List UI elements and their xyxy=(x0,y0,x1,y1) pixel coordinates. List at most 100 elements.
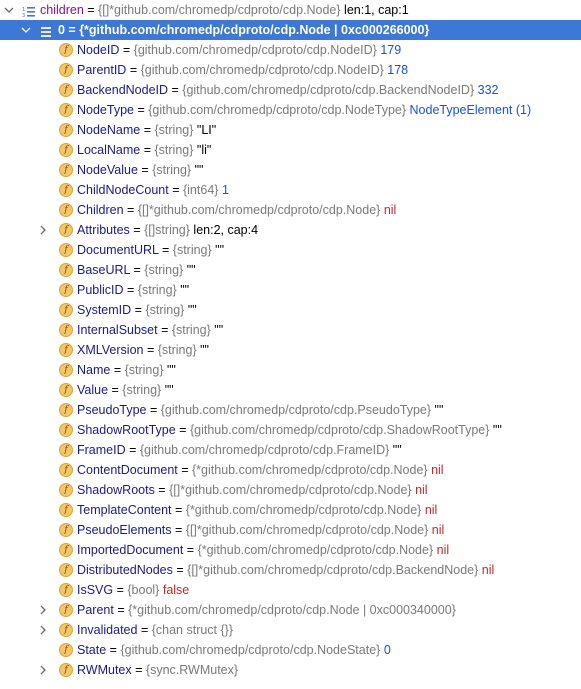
field-text: PseudoType = {github.com/chromedp/cdprot… xyxy=(77,400,443,420)
field-value: "" xyxy=(180,283,190,297)
tree-row-field[interactable]: f PseudoType = {github.com/chromedp/cdpro… xyxy=(0,400,581,420)
field-type: {string} xyxy=(137,283,177,297)
equals-sign: = xyxy=(130,263,145,277)
tree-row-root[interactable]: 1 3 children = {[]*github.com/chromedp/c… xyxy=(0,0,581,20)
field-type: {string} xyxy=(171,323,211,337)
root-name: children xyxy=(40,3,84,17)
field-value: "" xyxy=(186,263,196,277)
field-value: nil xyxy=(383,203,397,217)
tree-row-field[interactable]: f NodeValue = {string} "" xyxy=(0,160,581,180)
field-text: NodeType = {github.com/chromedp/cdproto/… xyxy=(77,100,531,120)
chevron-right-icon[interactable] xyxy=(38,660,50,680)
field-icon: f xyxy=(59,203,73,217)
field-icon: f xyxy=(59,223,73,237)
field-type: {github.com/chromedp/cdproto/cdp.ShadowR… xyxy=(189,423,490,437)
tree-row-field[interactable]: f NodeID = {github.com/chromedp/cdproto/c… xyxy=(0,40,581,60)
equals-sign: = xyxy=(108,383,123,397)
field-name: Children xyxy=(77,203,124,217)
tree-row-field[interactable]: f RWMutex = {sync.RWMutex} xyxy=(0,660,581,680)
field-value: 0 xyxy=(383,643,391,657)
tree-row-field[interactable]: f PseudoElements = {[]*github.com/chromed… xyxy=(0,520,581,540)
equals-sign: = xyxy=(87,3,99,17)
tree-row-field[interactable]: f ChildNodeCount = {int64} 1 xyxy=(0,180,581,200)
field-icon: f xyxy=(59,583,73,597)
field-text: Children = {[]*github.com/chromedp/cdpro… xyxy=(77,200,396,220)
tree-row-field[interactable]: f ParentID = {github.com/chromedp/cdproto… xyxy=(0,60,581,80)
chevron-right-icon[interactable] xyxy=(38,600,50,620)
tree-row-field[interactable]: f DocumentURL = {string} "" xyxy=(0,240,581,260)
field-text: ContentDocument = {*github.com/chromedp/… xyxy=(77,460,444,480)
tree-row-field[interactable]: f TemplateContent = {*github.com/chromedp… xyxy=(0,500,581,520)
tree-row-field[interactable]: f BackendNodeID = {github.com/chromedp/cd… xyxy=(0,80,581,100)
field-value: nil xyxy=(431,463,444,477)
field-text: DocumentURL = {string} "" xyxy=(77,240,224,260)
tree-row-field[interactable]: f LocalName = {string} "li" xyxy=(0,140,581,160)
tree-row-field[interactable]: f State = {github.com/chromedp/cdproto/cd… xyxy=(0,640,581,660)
field-value: "" xyxy=(392,443,402,457)
field-text: Name = {string} "" xyxy=(77,360,176,380)
tree-row-field[interactable]: f Name = {string} "" xyxy=(0,360,581,380)
field-icon: f xyxy=(59,663,73,677)
tree-row-field[interactable]: f ShadowRoots = {[]*github.com/chromedp/c… xyxy=(0,480,581,500)
chevron-down-icon[interactable] xyxy=(20,20,32,40)
tree-row-field[interactable]: f ShadowRootType = {github.com/chromedp/c… xyxy=(0,420,581,440)
field-type: {github.com/chromedp/cdproto/cdp.NodeSta… xyxy=(120,643,381,657)
tree-row-field[interactable]: f BaseURL = {string} "" xyxy=(0,260,581,280)
tree-row-field[interactable]: f ContentDocument = {*github.com/chromedp… xyxy=(0,460,581,480)
tree-row-field[interactable]: f Invalidated = {chan struct {}} xyxy=(0,620,581,640)
field-value: 179 xyxy=(380,43,402,57)
field-name: PublicID xyxy=(77,283,124,297)
field-text: State = {github.com/chromedp/cdproto/cdp… xyxy=(77,640,391,660)
field-type: {sync.RWMutex} xyxy=(145,663,239,677)
field-type: {[]*github.com/chromedp/cdproto/cdp.Node… xyxy=(137,203,381,217)
tree-row-field[interactable]: f Parent = {*github.com/chromedp/cdproto/… xyxy=(0,600,581,620)
tree-row-field[interactable]: f NodeType = {github.com/chromedp/cdproto… xyxy=(0,100,581,120)
field-text: FrameID = {github.com/chromedp/cdproto/c… xyxy=(77,440,402,460)
tree-row-field[interactable]: f Attributes = {[]string} len:2, cap:4 xyxy=(0,220,581,240)
tree-row-field[interactable]: f PublicID = {string} "" xyxy=(0,280,581,300)
chevron-down-icon[interactable] xyxy=(3,0,15,20)
tree-row-field[interactable]: f FrameID = {github.com/chromedp/cdproto/… xyxy=(0,440,581,460)
chevron-right-icon[interactable] xyxy=(38,220,50,240)
equals-sign: = xyxy=(133,103,149,117)
field-type: {github.com/chromedp/cdproto/cdp.PseudoT… xyxy=(160,403,432,417)
field-text: TemplateContent = {*github.com/chromedp/… xyxy=(77,500,437,520)
field-value: "" xyxy=(215,243,225,257)
field-type: {string} xyxy=(154,123,194,137)
field-value: false xyxy=(162,583,190,597)
tree-row-field[interactable]: f Children = {[]*github.com/chromedp/cdpr… xyxy=(0,200,581,220)
tree-row-field[interactable]: f XMLVersion = {string} "" xyxy=(0,340,581,360)
field-icon: f xyxy=(59,623,73,637)
field-name: ParentID xyxy=(77,63,127,77)
equals-sign: = xyxy=(157,323,172,337)
field-type: {string} xyxy=(144,263,184,277)
field-type: {string} xyxy=(152,163,192,177)
tree-row-field[interactable]: f Value = {string} "" xyxy=(0,380,581,400)
equals-sign: = xyxy=(168,83,183,97)
field-value: "" xyxy=(187,303,197,317)
field-name: ContentDocument xyxy=(77,463,178,477)
field-value: "LI" xyxy=(196,123,217,137)
tree-row-selected[interactable]: 0 = {*github.com/chromedp/cdproto/cdp.No… xyxy=(0,20,581,40)
tree-row-field[interactable]: f InternalSubset = {string} "" xyxy=(0,320,581,340)
field-text: BaseURL = {string} "" xyxy=(77,260,196,280)
field-value: nil xyxy=(431,523,445,537)
field-name: NodeID xyxy=(77,43,120,57)
field-type: {*github.com/chromedp/cdproto/cdp.Node} xyxy=(185,503,422,517)
tree-row-field[interactable]: f NodeName = {string} "LI" xyxy=(0,120,581,140)
field-name: LocalName xyxy=(77,143,141,157)
field-name: ShadowRoots xyxy=(77,483,155,497)
root-variable-text: children = {[]*github.com/chromedp/cdpro… xyxy=(40,0,409,20)
field-text: PseudoElements = {[]*github.com/chromedp… xyxy=(77,520,444,540)
tree-row-field[interactable]: f DistributedNodes = {[]*github.com/chrom… xyxy=(0,560,581,580)
field-icon: f xyxy=(59,303,73,317)
equals-sign: = xyxy=(177,463,193,477)
field-name: Invalidated xyxy=(77,623,138,637)
tree-row-field[interactable]: f ImportedDocument = {*github.com/chromed… xyxy=(0,540,581,560)
equals-sign: = xyxy=(172,563,188,577)
chevron-right-icon[interactable] xyxy=(38,620,50,640)
field-icon: f xyxy=(59,243,73,257)
tree-row-field[interactable]: f SystemID = {string} "" xyxy=(0,300,581,320)
struct-icon xyxy=(40,24,54,37)
tree-row-field[interactable]: f IsSVG = {bool} false xyxy=(0,580,581,600)
